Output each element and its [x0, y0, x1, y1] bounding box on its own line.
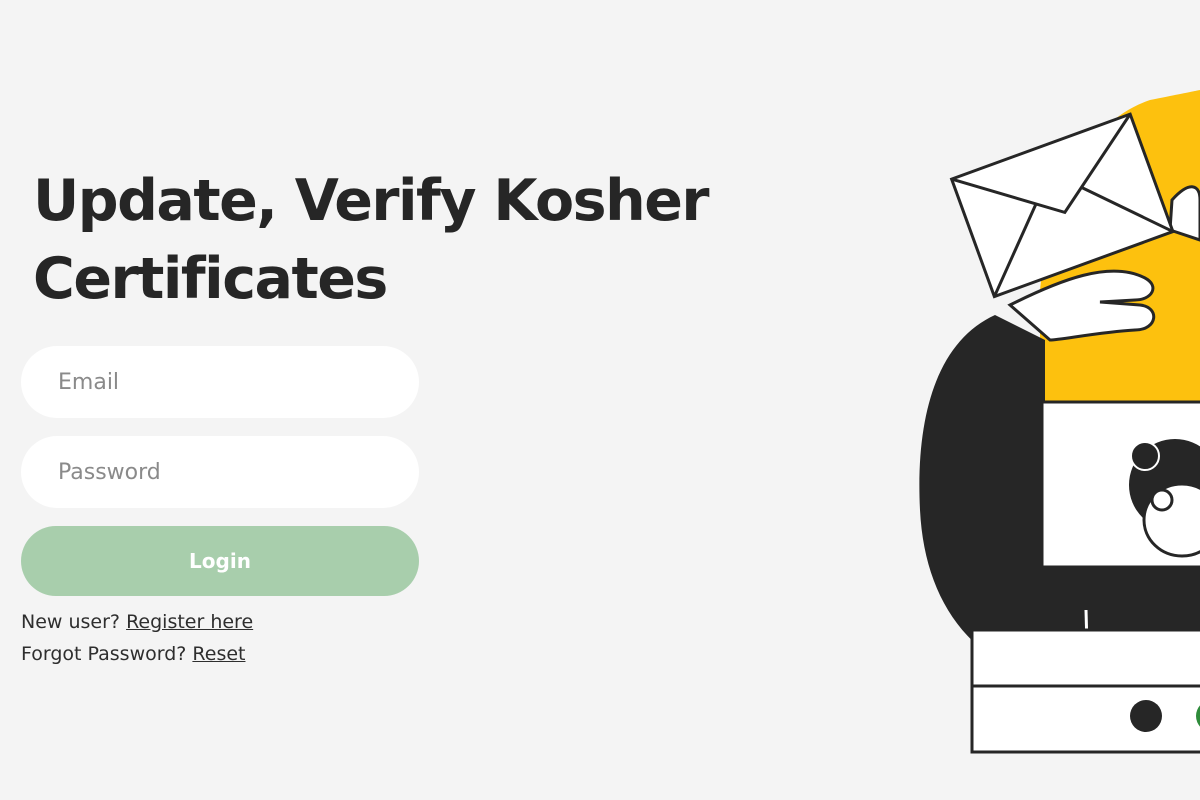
reset-link[interactable]: Reset	[192, 643, 245, 665]
password-input[interactable]	[21, 436, 419, 508]
register-prompt: New user?	[21, 611, 121, 633]
page-title-line-1: Update, Verify Kosher	[33, 168, 709, 234]
page-title-line-2: Certificates	[33, 246, 388, 312]
device-base	[970, 628, 1200, 754]
forgot-prompt: Forgot Password?	[21, 643, 187, 665]
mail-illustration	[919, 90, 1200, 754]
login-form: Login New user? Register here Forgot Pas…	[21, 346, 419, 670]
reset-row: Forgot Password? Reset	[21, 638, 419, 670]
page-title: Update, Verify Kosher Certificates	[33, 162, 793, 318]
auth-links: New user? Register here Forgot Password?…	[21, 606, 419, 670]
login-button[interactable]: Login	[21, 526, 419, 596]
register-row: New user? Register here	[21, 606, 419, 638]
status-dot-dark	[1130, 700, 1162, 732]
email-input[interactable]	[21, 346, 419, 418]
register-link[interactable]: Register here	[126, 611, 253, 633]
login-page: Update, Verify Kosher Certificates Login…	[0, 0, 1200, 800]
